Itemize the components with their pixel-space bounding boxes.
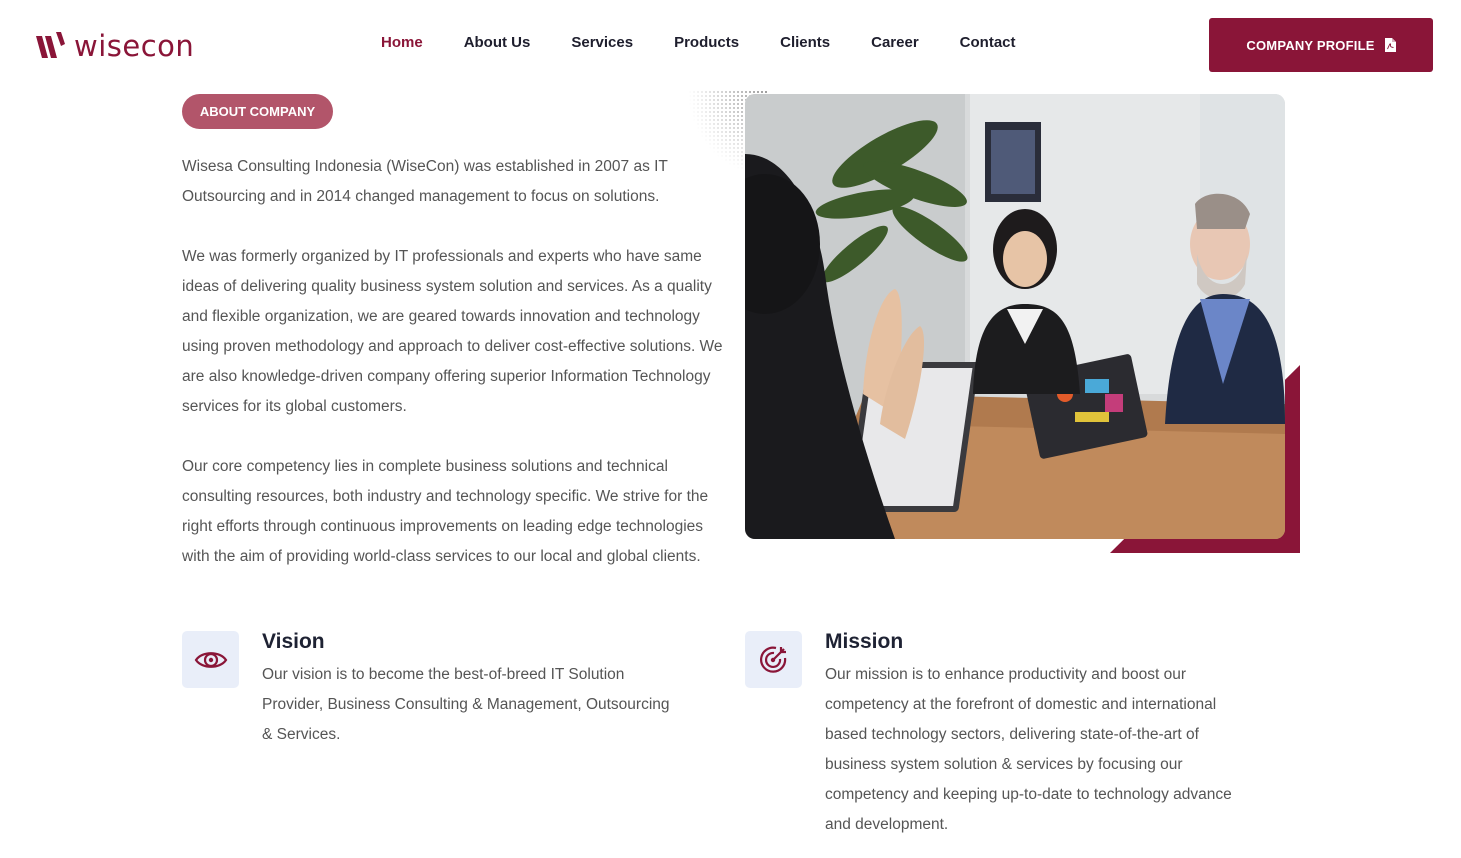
brand-name: wisecon [74,29,195,63]
vision-text: Our vision is to become the best-of-bree… [262,666,670,743]
about-paragraph-2: We was formerly organized by IT professi… [182,248,723,415]
nav-products[interactable]: Products [674,34,739,51]
wisecon-logo-icon [36,32,65,58]
nav-clients[interactable]: Clients [780,34,830,51]
about-paragraph-1: Wisesa Consulting Indonesia (WiseCon) wa… [182,158,668,205]
nav-career[interactable]: Career [871,34,919,51]
nav-services[interactable]: Services [571,34,633,51]
company-profile-button[interactable]: COMPANY PROFILE [1209,18,1433,72]
company-profile-label: COMPANY PROFILE [1246,37,1375,53]
nav-about-us[interactable]: About Us [464,34,531,51]
target-icon [759,646,786,673]
about-paragraph-3: Our core competency lies in complete bus… [182,458,709,565]
nav-contact[interactable]: Contact [960,34,1016,51]
team-meeting-photo [745,94,1285,539]
vision-icon-box [182,631,239,688]
mission-text: Our mission is to enhance productivity a… [825,666,1232,833]
eye-icon [194,651,227,668]
vision-title: Vision [262,630,325,653]
mission-title: Mission [825,630,904,653]
nav-home[interactable]: Home [381,34,423,51]
mission-icon-box [745,631,802,688]
pdf-file-icon [1384,38,1396,52]
main-nav: Home About Us Services Products Clients … [381,34,1057,51]
about-company-badge: ABOUT COMPANY [182,94,333,129]
brand-logo[interactable]: wisecon [34,30,194,62]
